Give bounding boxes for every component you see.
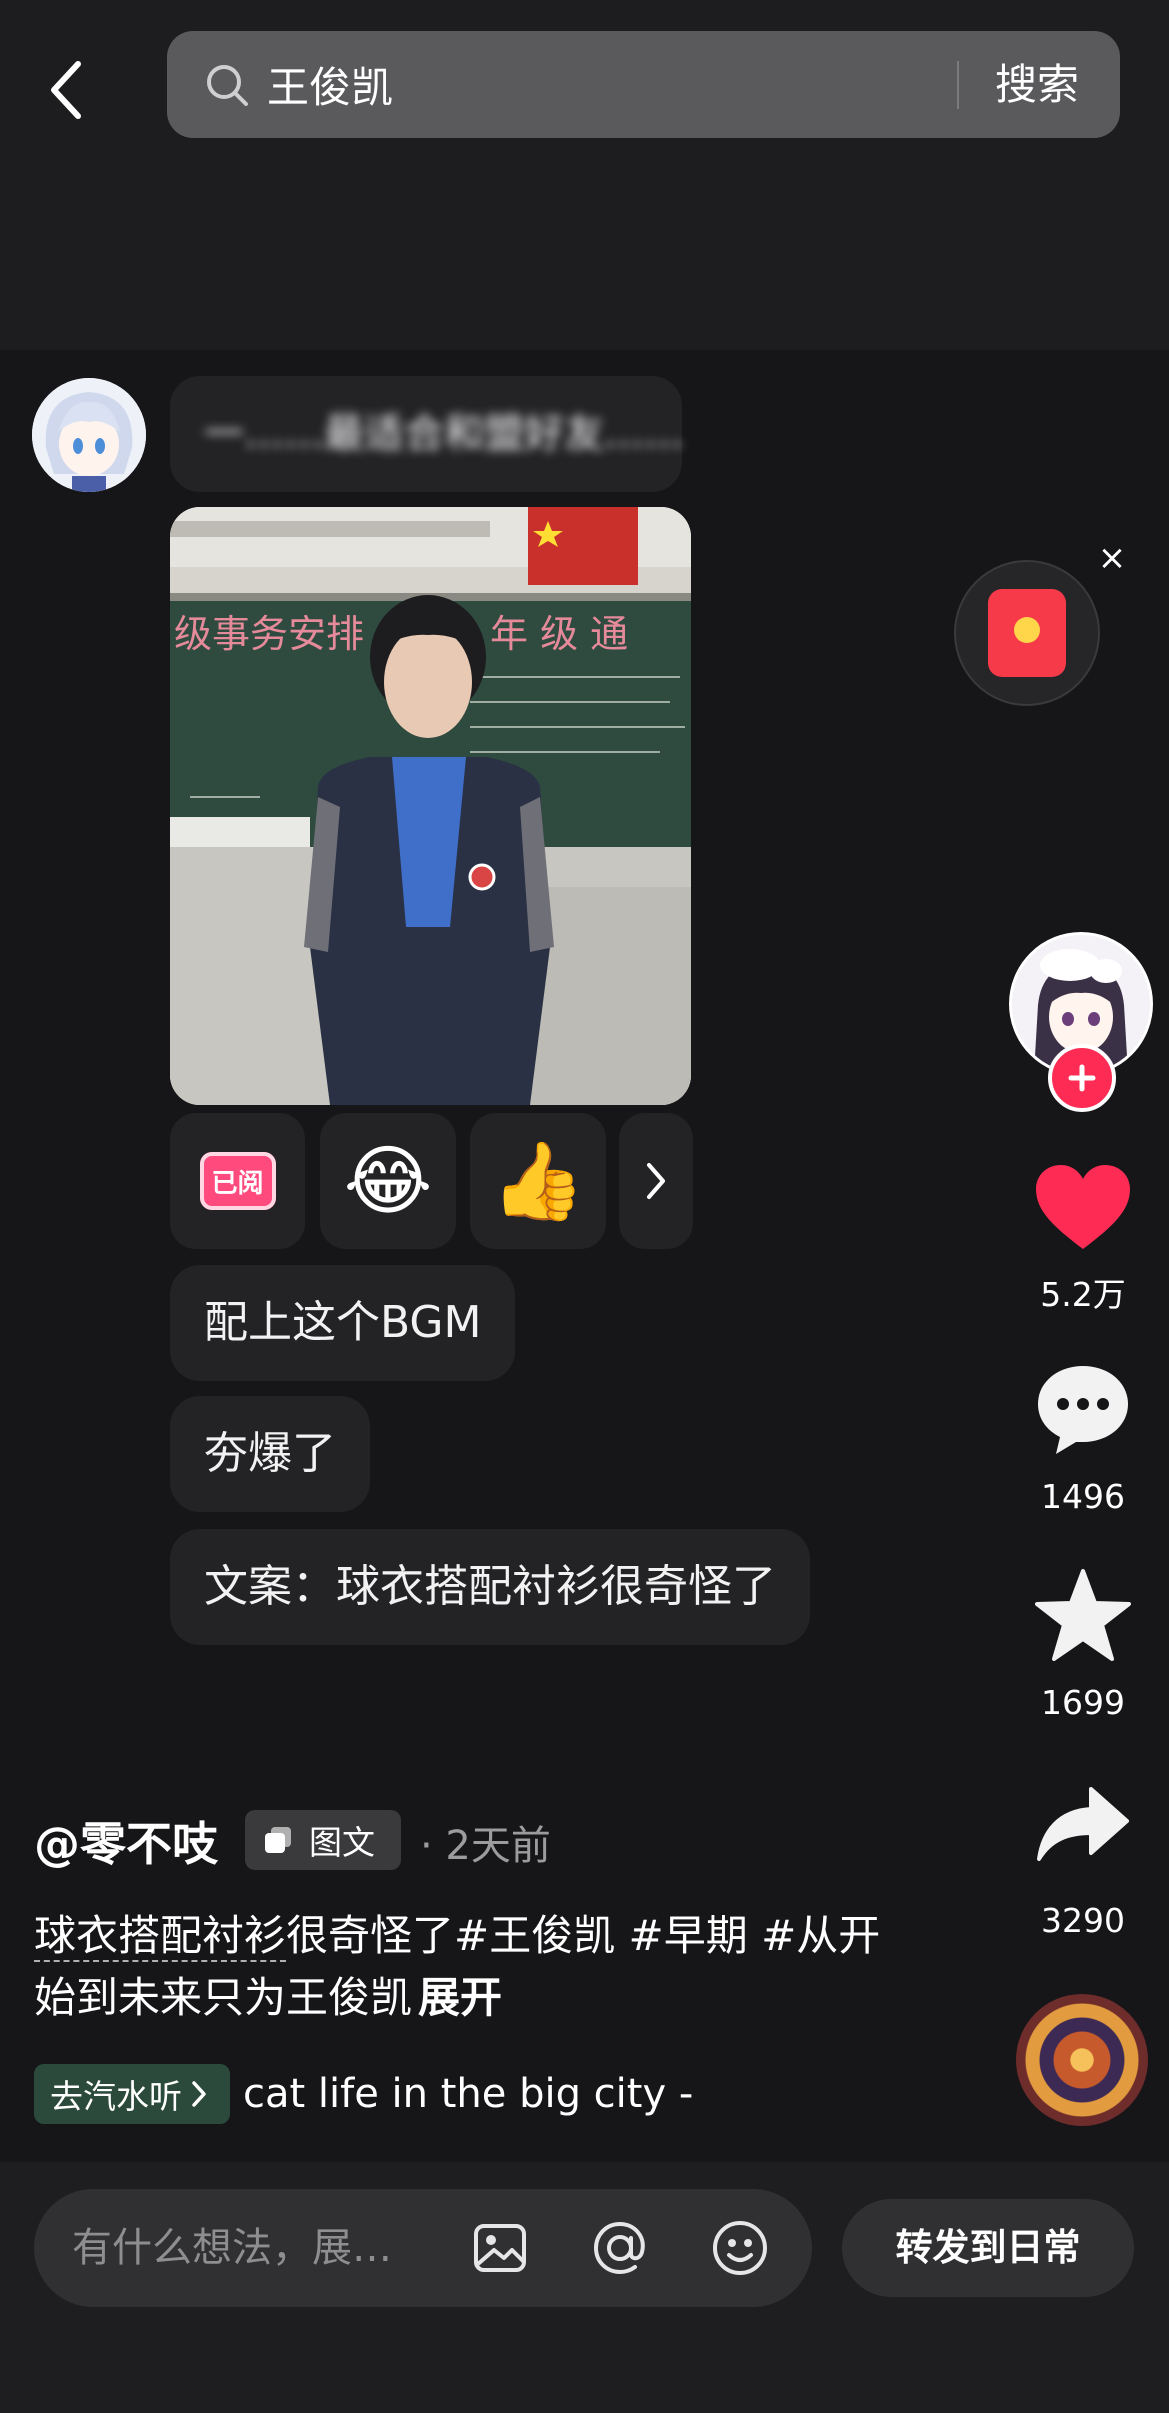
comment-bubble-icon [1038, 1366, 1128, 1454]
listen-in-app-tag[interactable]: 去汽水听 [34, 2064, 230, 2124]
svg-text:年 级 通: 年 级 通 [490, 612, 628, 656]
expand-button[interactable]: 展开 [418, 1973, 502, 2022]
repost-to-daily-button[interactable]: 转发到日常 [842, 2199, 1134, 2297]
post-type-label: 图文 [309, 1823, 375, 1862]
classroom-photo-image: 级事务安排 年 级 通 [170, 507, 691, 1105]
like-count: 5.2万 [1040, 1275, 1126, 1314]
comment-input[interactable]: 有什么想法，展… [34, 2189, 812, 2307]
emoji-icon[interactable] [710, 2218, 770, 2278]
star-icon [1035, 1569, 1131, 1661]
chevron-left-icon [51, 61, 81, 119]
caption-highlight[interactable]: 球衣搭配衬衫 [34, 1911, 287, 1962]
sender-avatar[interactable] [32, 378, 146, 492]
message-bubble: 文案：球衣搭配衬衫很奇怪了 [170, 1529, 810, 1645]
reaction-more-button[interactable] [619, 1113, 693, 1249]
search-icon [207, 64, 248, 106]
post-time: · 2天前 [420, 1823, 551, 1869]
music-disc-icon[interactable] [1016, 1994, 1148, 2126]
message-bubble: 配上这个BGM [170, 1265, 516, 1381]
favorite-button[interactable] [1030, 1562, 1136, 1668]
blurred-message-bubble: 一……最适合和盟好友…… [170, 376, 684, 492]
search-divider [957, 61, 959, 109]
favorite-count: 1699 [1041, 1683, 1125, 1722]
chevron-right-icon [192, 2081, 206, 2107]
search-query[interactable]: 王俊凯 [267, 54, 393, 115]
caption-text: 球衣搭配衬衫很奇怪了#王俊凯 #早期 #从开始到未来只为王俊凯 展开 [34, 1905, 894, 2029]
plus-icon [1068, 1064, 1096, 1092]
reaction-read-button[interactable]: 已阅 [170, 1113, 305, 1249]
red-packet-button[interactable] [954, 560, 1100, 706]
mention-icon[interactable] [590, 2218, 650, 2278]
back-button[interactable] [36, 50, 96, 130]
message-bubble: 夯爆了 [170, 1396, 370, 1512]
anime-avatar-image [32, 378, 146, 492]
chevron-right-icon [647, 1163, 665, 1199]
svg-text:级事务安排: 级事务安排 [174, 612, 364, 656]
laughing-emoji-icon: 😂 [343, 1136, 433, 1225]
post-type-tag: 图文 [245, 1810, 401, 1870]
comment-placeholder[interactable]: 有什么想法，展… [72, 2189, 392, 2307]
comment-count: 1496 [1041, 1477, 1125, 1516]
gallery-icon [265, 1827, 291, 1853]
blurred-message-text: 一……最适合和盟好友…… [204, 411, 684, 457]
share-button[interactable] [1030, 1772, 1136, 1878]
reaction-thumbs-up-button[interactable]: 👍 [470, 1113, 606, 1249]
search-button[interactable]: 搜索 [995, 31, 1079, 138]
author-name[interactable]: @零不吱 [34, 1808, 218, 1874]
music-title[interactable]: cat life in the big city - [243, 2064, 693, 2124]
read-badge: 已阅 [199, 1152, 276, 1210]
heart-icon [1036, 1165, 1130, 1249]
like-button[interactable] [1030, 1155, 1136, 1261]
close-icon[interactable]: × [1092, 538, 1132, 578]
reaction-laugh-button[interactable]: 😂 [320, 1113, 456, 1249]
follow-button[interactable] [1048, 1044, 1116, 1112]
post-photo[interactable]: 级事务安排 年 级 通 [170, 507, 691, 1105]
image-icon[interactable] [470, 2218, 530, 2278]
search-box[interactable]: 王俊凯 搜索 [167, 31, 1120, 138]
share-count: 3290 [1041, 1901, 1125, 1940]
red-envelope-icon [988, 589, 1066, 677]
thumbs-up-icon: 👍 [490, 1136, 586, 1225]
share-arrow-icon [1037, 1787, 1129, 1861]
comment-button[interactable] [1030, 1357, 1136, 1463]
listen-in-app-label: 去汽水听 [50, 2077, 182, 2116]
